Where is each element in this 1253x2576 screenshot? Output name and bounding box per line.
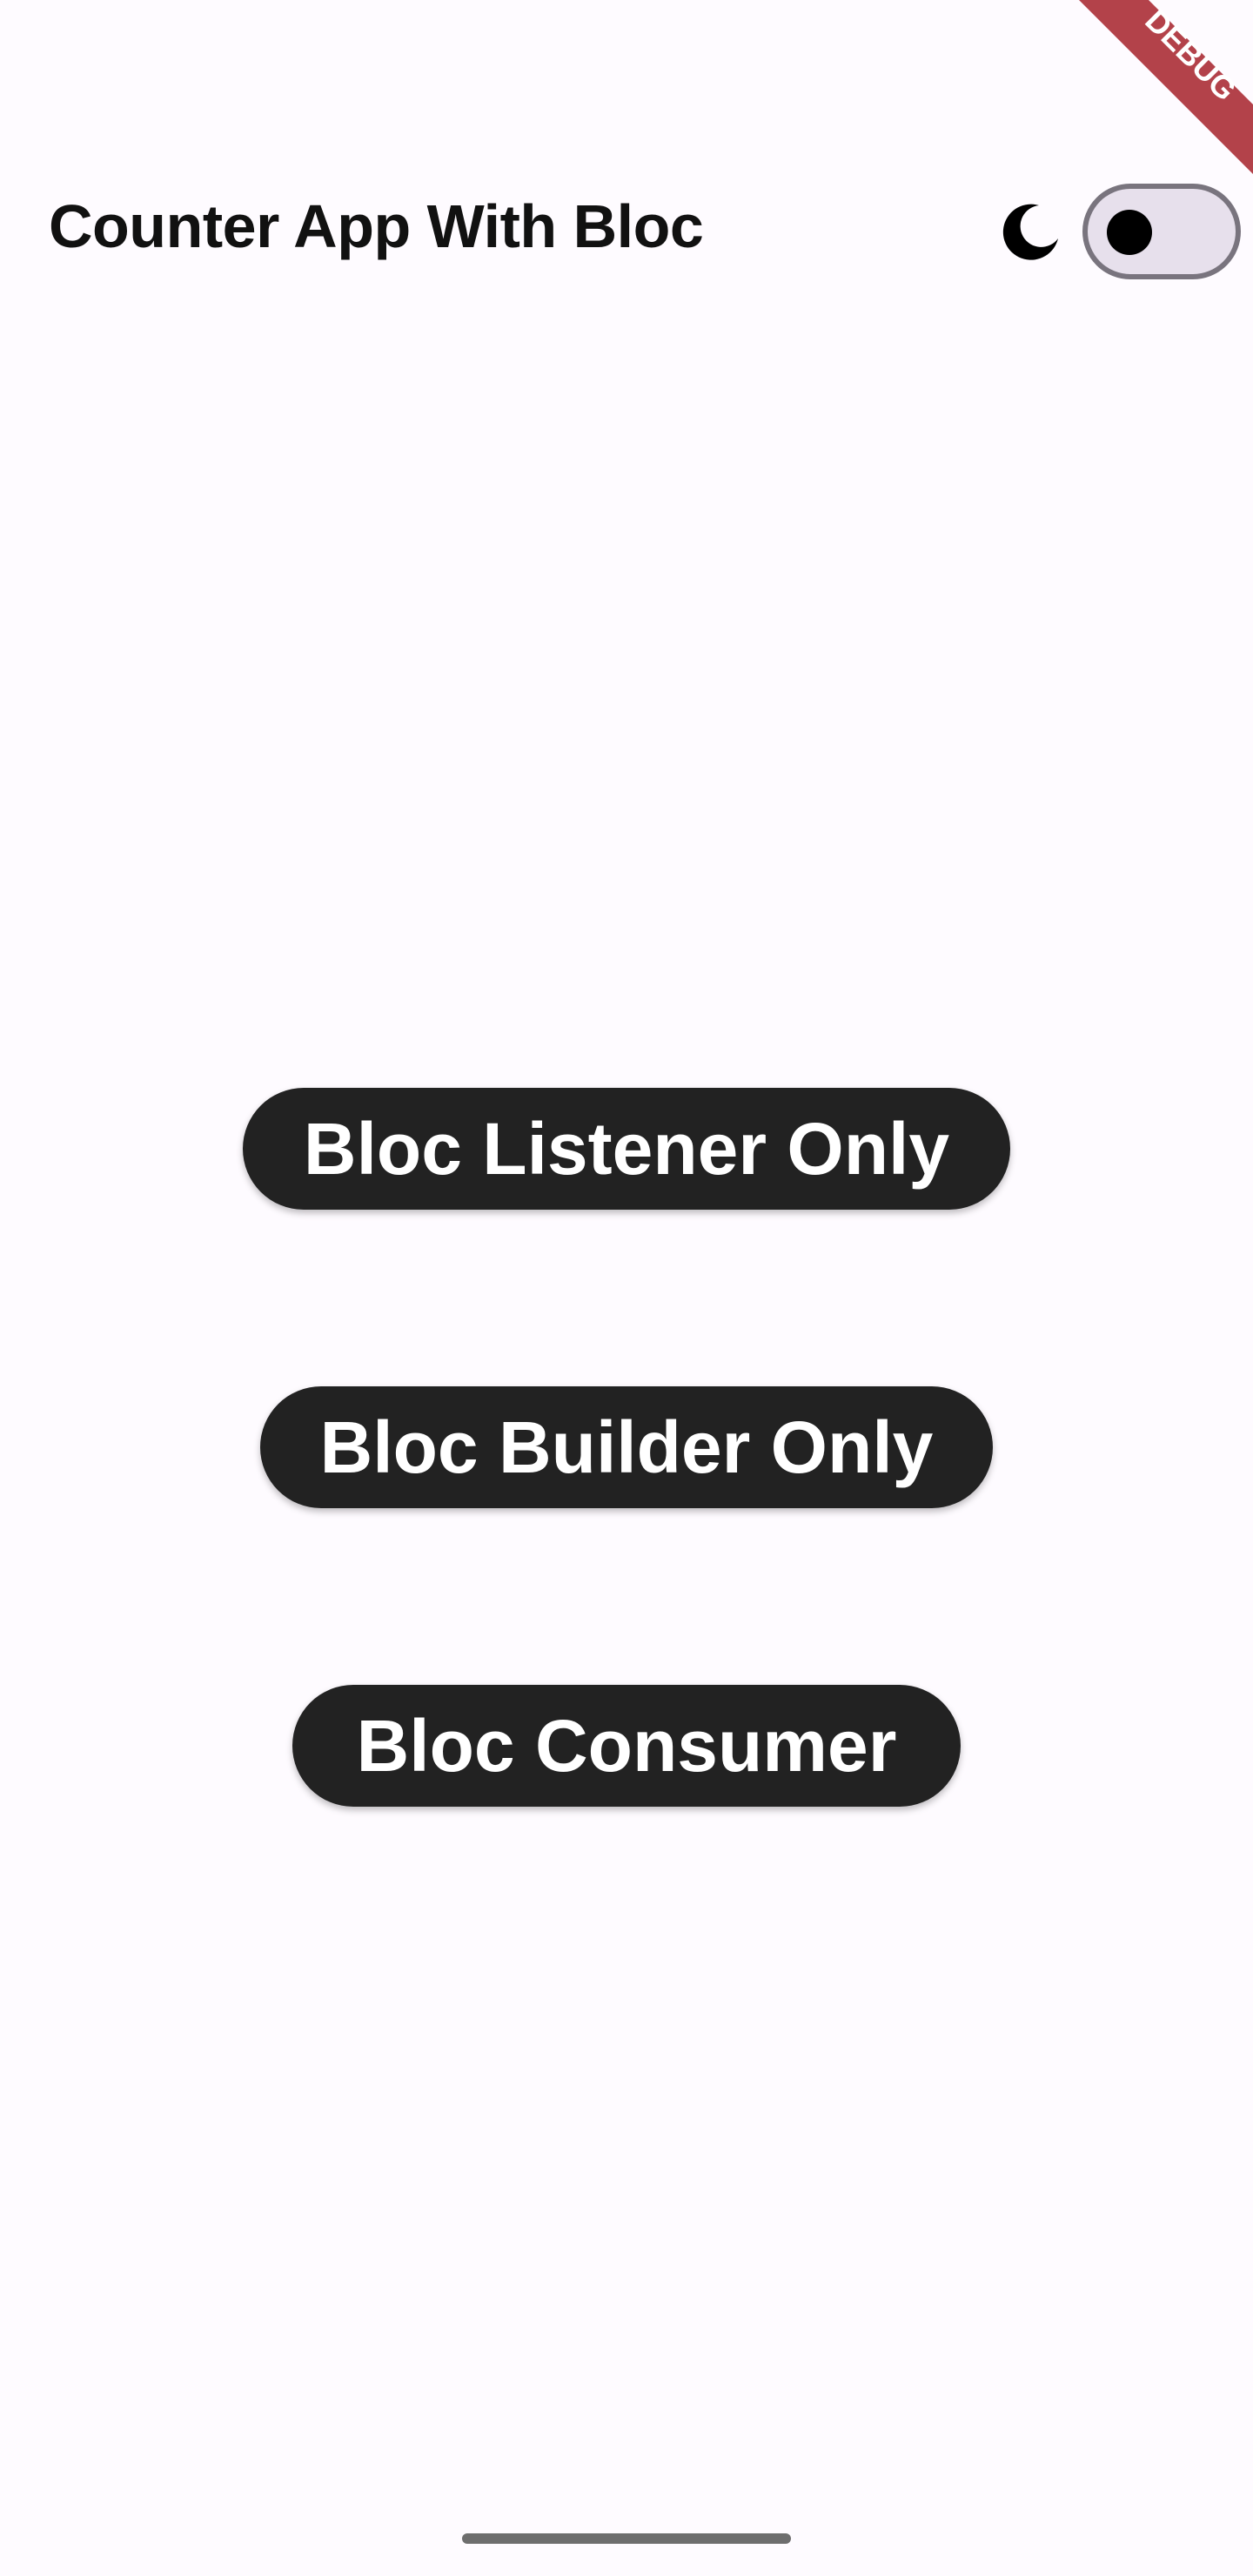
screen: Counter App With Bloc Bloc Listener Only… <box>0 0 1253 2576</box>
dark-mode-switch[interactable] <box>1082 184 1241 279</box>
bloc-listener-button[interactable]: Bloc Listener Only <box>243 1088 1010 1210</box>
bloc-builder-button[interactable]: Bloc Builder Only <box>260 1386 993 1508</box>
home-indicator[interactable] <box>462 2533 791 2544</box>
moon-icon <box>1002 204 1058 260</box>
status-bar <box>0 0 1253 96</box>
page-title: Counter App With Bloc <box>49 192 704 260</box>
switch-thumb <box>1107 210 1152 255</box>
app-bar: Counter App With Bloc <box>0 165 1253 296</box>
bloc-consumer-button[interactable]: Bloc Consumer <box>292 1685 961 1807</box>
